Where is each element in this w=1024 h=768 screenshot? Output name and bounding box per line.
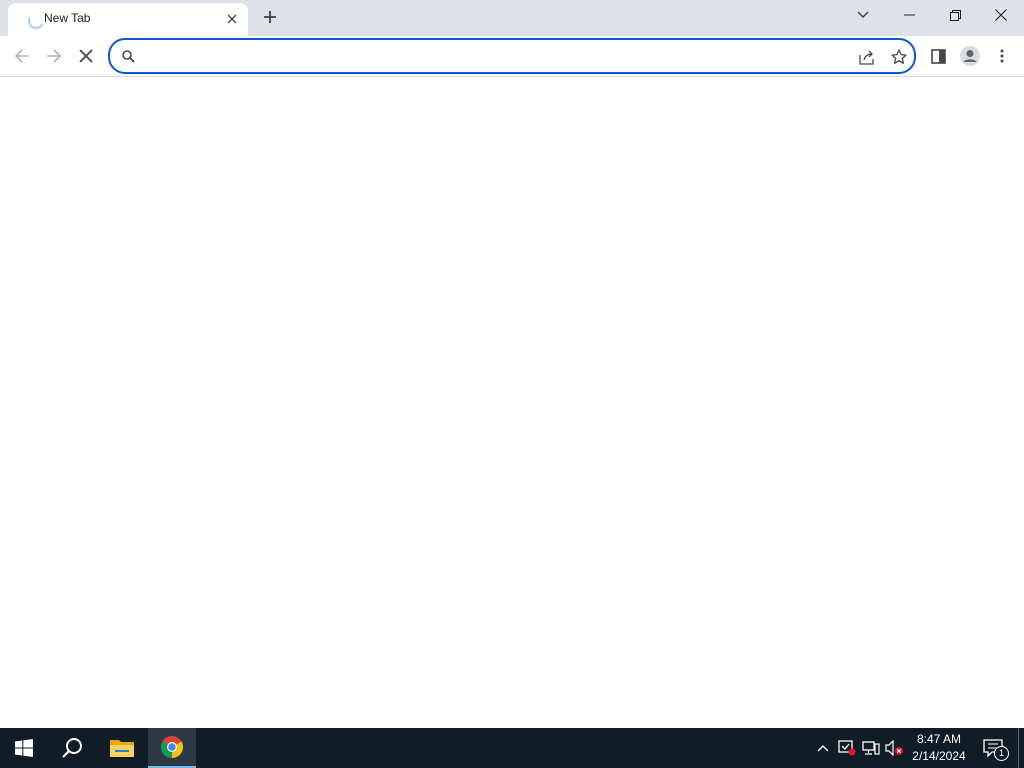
network-icon — [862, 741, 880, 755]
profile-button[interactable] — [954, 40, 986, 72]
restore-icon — [949, 9, 961, 21]
file-explorer-icon — [110, 740, 134, 757]
profile-icon — [960, 46, 980, 66]
chevron-up-icon — [817, 745, 829, 752]
search-icon — [120, 48, 136, 64]
clock-date: 2/14/2024 — [912, 749, 966, 763]
stop-loading-button[interactable] — [70, 40, 102, 72]
minimize-icon — [903, 14, 915, 16]
restore-button[interactable] — [932, 0, 978, 30]
notification-count-badge: 1 — [994, 746, 1009, 761]
volume-tray-icon[interactable] — [885, 738, 905, 758]
forward-button[interactable] — [38, 40, 70, 72]
bookmark-star-icon[interactable] — [888, 46, 910, 68]
tab-title: New Tab — [44, 11, 91, 25]
more-vert-icon — [1000, 49, 1004, 63]
arrow-left-icon — [14, 49, 29, 63]
taskbar: 8:47 AM 2/14/2024 1 — [0, 728, 1024, 768]
tab-new-tab[interactable]: New Tab — [8, 3, 248, 36]
side-panel-button[interactable] — [922, 40, 954, 72]
plus-icon — [264, 11, 276, 23]
address-bar[interactable] — [108, 38, 916, 74]
tab-strip: New Tab — [0, 0, 1024, 36]
new-tab-button[interactable] — [257, 4, 283, 30]
show-desktop-button[interactable] — [1018, 728, 1024, 768]
stop-icon — [79, 49, 93, 63]
file-explorer-button[interactable] — [98, 728, 146, 768]
back-button[interactable] — [6, 40, 38, 72]
tab-search-button[interactable] — [840, 0, 886, 30]
chrome-icon — [161, 736, 183, 758]
side-panel-icon — [930, 48, 946, 64]
minimize-button[interactable] — [886, 0, 932, 30]
tab-close-icon[interactable] — [222, 9, 242, 29]
volume-muted-icon — [885, 740, 903, 756]
start-button[interactable] — [0, 728, 48, 768]
clock-time: 8:47 AM — [916, 732, 962, 746]
action-center-button[interactable]: 1 — [980, 736, 1009, 761]
taskbar-search-button[interactable] — [48, 728, 96, 768]
address-input[interactable] — [142, 44, 846, 70]
search-icon — [62, 738, 82, 758]
browser-toolbar — [0, 36, 1024, 77]
close-icon — [995, 9, 1007, 21]
show-hidden-icons-button[interactable] — [813, 738, 833, 758]
page-content — [0, 77, 1024, 728]
arrow-right-icon — [47, 49, 62, 63]
menu-button[interactable] — [986, 40, 1018, 72]
chrome-taskbar-button[interactable] — [148, 728, 196, 768]
share-icon[interactable] — [856, 46, 878, 68]
chevron-down-icon — [857, 11, 869, 18]
security-tray-icon[interactable] — [837, 738, 857, 758]
taskbar-clock[interactable]: 8:47 AM 2/14/2024 — [906, 731, 972, 765]
security-alert-icon — [838, 740, 856, 756]
close-window-button[interactable] — [978, 0, 1024, 30]
start-icon — [15, 739, 33, 757]
network-tray-icon[interactable] — [861, 738, 881, 758]
